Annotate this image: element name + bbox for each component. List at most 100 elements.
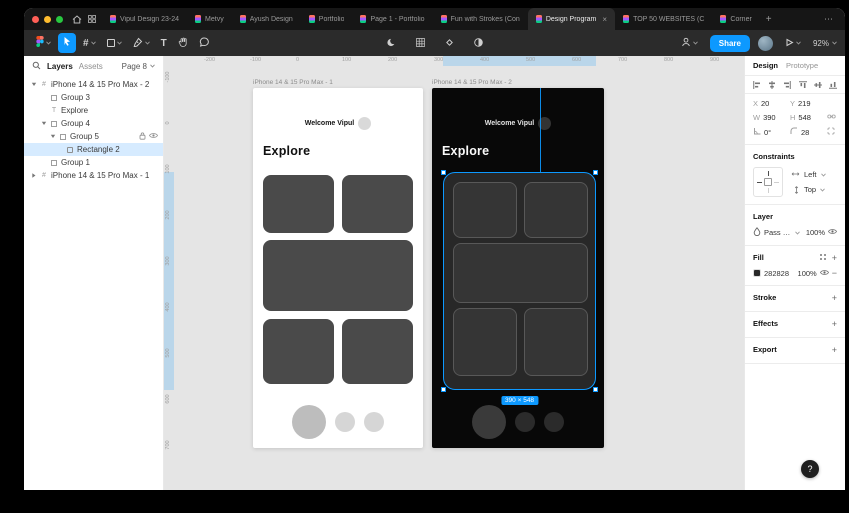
layer-row-frame-2[interactable]: # iPhone 14 & 15 Pro Max - 2 — [24, 78, 163, 91]
align-bottom-icon[interactable] — [828, 81, 837, 89]
fill-color-swatch[interactable] — [753, 269, 761, 277]
mask-tool[interactable] — [383, 33, 400, 53]
tab-prototype[interactable]: Prototype — [786, 61, 818, 70]
share-button[interactable]: Share — [709, 34, 750, 52]
file-tab[interactable]: Portfolio — [301, 8, 353, 30]
align-h-center-icon[interactable] — [768, 80, 776, 89]
hand-tool[interactable] — [174, 33, 192, 53]
align-v-center-icon[interactable] — [813, 81, 822, 89]
card[interactable] — [453, 308, 517, 376]
vertical-constraint-select[interactable]: Top — [791, 185, 837, 195]
eye-icon[interactable] — [828, 228, 837, 237]
home-icon[interactable] — [72, 14, 82, 24]
y-field[interactable]: Y 219 — [790, 99, 827, 108]
align-right-icon[interactable] — [783, 80, 792, 89]
rotation-value[interactable]: 0° — [764, 128, 771, 137]
layer-opacity-value[interactable]: 100% — [806, 228, 825, 237]
card-wide[interactable] — [263, 240, 413, 311]
tab-layers[interactable]: Layers — [47, 62, 73, 71]
component-button[interactable] — [441, 33, 458, 53]
pen-tool[interactable] — [129, 33, 154, 53]
blend-mode-select[interactable]: Pass through — [764, 228, 792, 237]
height-field[interactable]: H 548 — [790, 113, 827, 122]
align-left-icon[interactable] — [753, 80, 761, 89]
fill-hex-value[interactable]: 282828 — [764, 269, 789, 278]
layer-row-group-3[interactable]: Group 3 — [24, 91, 163, 104]
caret-down-icon[interactable] — [30, 82, 37, 87]
file-tab[interactable]: Vipul Design 23-24 — [102, 8, 187, 30]
frame-label[interactable]: iPhone 14 & 15 Pro Max - 1 — [253, 79, 333, 86]
file-tab[interactable]: TOP 50 WEBSITES (C — [615, 8, 712, 30]
lock-icon[interactable] — [139, 132, 146, 142]
avatar-circle[interactable] — [358, 117, 372, 130]
selection-handle[interactable] — [593, 387, 598, 392]
explore-heading[interactable]: Explore — [263, 144, 310, 158]
card[interactable] — [524, 182, 588, 238]
layer-row-group-5[interactable]: Group 5 — [24, 130, 163, 143]
multiplayer-button[interactable] — [677, 33, 702, 53]
frame-label[interactable]: iPhone 14 & 15 Pro Max - 2 — [432, 79, 512, 86]
shape-tool[interactable] — [103, 33, 126, 53]
canvas[interactable]: -200 -100 0 100 200 300 400 500 600 700 … — [164, 56, 744, 490]
fill-opacity-value[interactable]: 100% — [798, 269, 817, 278]
card[interactable] — [263, 319, 334, 384]
frame-iphone-2[interactable]: Welcome Vipul Explore 390 × 548 — [432, 88, 604, 448]
main-menu-button[interactable] — [32, 33, 55, 53]
welcome-text[interactable]: Welcome Vipul — [305, 120, 355, 127]
window-minimize-button[interactable] — [44, 15, 51, 23]
eye-icon[interactable] — [819, 269, 829, 278]
file-tab-active[interactable]: Design Program × — [527, 8, 616, 30]
card-wide[interactable] — [453, 243, 588, 303]
corner-radius-field[interactable]: 28 — [790, 127, 827, 137]
selected-rectangle-2[interactable]: 390 × 548 — [441, 170, 598, 405]
corner-radius-value[interactable]: 28 — [801, 128, 809, 137]
card[interactable] — [453, 182, 517, 238]
circle-small[interactable] — [364, 412, 384, 432]
close-icon[interactable]: × — [602, 15, 607, 24]
h-value[interactable]: 548 — [798, 113, 811, 122]
layer-row-frame-1[interactable]: # iPhone 14 & 15 Pro Max - 1 — [24, 169, 163, 182]
rotation-field[interactable]: 0° — [753, 127, 790, 137]
layout-grid-button[interactable] — [412, 33, 429, 53]
card[interactable] — [524, 308, 588, 376]
file-tab[interactable]: Ayush Design — [232, 8, 301, 30]
tab-assets[interactable]: Assets — [79, 62, 103, 71]
contrast-button[interactable] — [470, 33, 487, 53]
search-icon[interactable] — [32, 61, 41, 72]
horizontal-constraint-select[interactable]: Left — [791, 170, 837, 180]
present-button[interactable] — [781, 33, 805, 53]
selection-handle[interactable] — [593, 170, 598, 175]
circle-large[interactable] — [292, 405, 326, 439]
tab-overflow-button[interactable]: ⋯ — [820, 14, 837, 25]
caret-down-icon[interactable] — [49, 134, 56, 139]
w-value[interactable]: 390 — [763, 113, 776, 122]
file-tab[interactable]: Page 1 - Portfolio — [352, 8, 432, 30]
file-tab[interactable]: Fun with Strokes (Con — [433, 8, 528, 30]
help-button[interactable]: ? — [801, 460, 819, 478]
file-tab[interactable]: Corner — [712, 8, 759, 30]
circle-small[interactable] — [544, 412, 564, 432]
selection-handle[interactable] — [441, 387, 446, 392]
window-zoom-button[interactable] — [56, 15, 63, 23]
layer-row-group-4[interactable]: Group 4 — [24, 117, 163, 130]
add-fill-button[interactable]: + — [832, 253, 837, 263]
selection-handle[interactable] — [441, 170, 446, 175]
frame-tool[interactable]: # — [79, 33, 100, 53]
caret-right-icon[interactable] — [30, 173, 37, 178]
card[interactable] — [342, 175, 413, 233]
layer-row-rectangle-2-selected[interactable]: Rectangle 2 — [24, 143, 163, 156]
layer-row-group-1[interactable]: Group 1 — [24, 156, 163, 169]
width-field[interactable]: W 390 — [753, 113, 790, 122]
add-export-button[interactable]: + — [832, 345, 837, 355]
y-value[interactable]: 219 — [798, 99, 811, 108]
style-icon[interactable] — [819, 253, 827, 263]
x-field[interactable]: X 20 — [753, 99, 790, 108]
circle-large[interactable] — [472, 405, 506, 439]
remove-fill-button[interactable]: − — [832, 268, 837, 278]
frame-iphone-1[interactable]: Welcome Vipul Explore — [253, 88, 423, 448]
window-close-button[interactable] — [32, 15, 39, 23]
caret-down-icon[interactable] — [40, 121, 47, 126]
constrain-proportions-icon[interactable] — [827, 112, 837, 123]
apps-grid-icon[interactable] — [88, 15, 96, 23]
new-tab-button[interactable]: + — [760, 14, 778, 25]
